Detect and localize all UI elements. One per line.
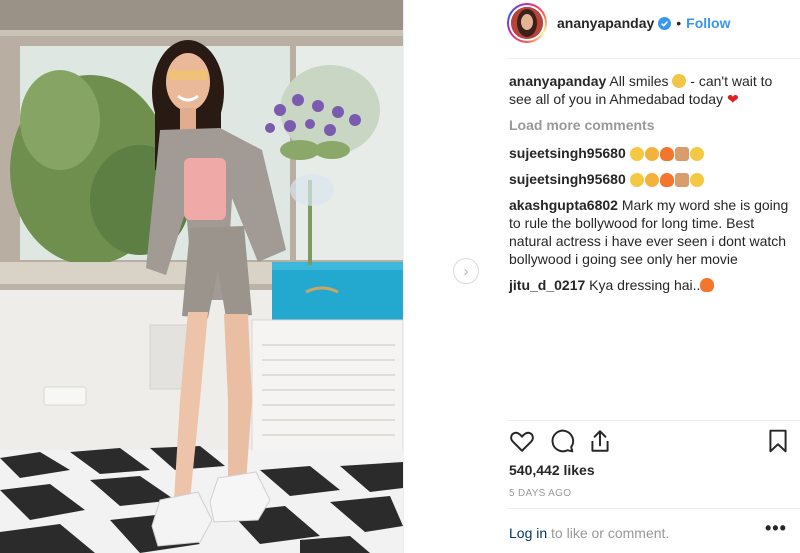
header-separator: • bbox=[676, 15, 682, 31]
red-heart-icon: ❤ bbox=[726, 91, 739, 107]
post-actions bbox=[507, 428, 797, 458]
comment-username[interactable]: sujeetsingh95680 bbox=[509, 145, 626, 161]
comment-item: sujeetsingh95680 bbox=[509, 170, 789, 188]
more-options-icon[interactable]: ••• bbox=[765, 518, 787, 539]
laughing-emoji-icon bbox=[629, 173, 644, 188]
login-divider bbox=[507, 508, 800, 509]
post-header: ananyapanday • Follow bbox=[507, 0, 800, 46]
grimacing-emoji-icon bbox=[672, 74, 687, 88]
actions-divider bbox=[507, 420, 800, 421]
header-divider bbox=[507, 58, 800, 59]
post-photo-image bbox=[0, 0, 403, 553]
post-author-username[interactable]: ananyapanday bbox=[557, 15, 654, 31]
avatar[interactable] bbox=[507, 3, 547, 43]
surprised-emoji-icon bbox=[689, 147, 704, 162]
caption: ananyapanday All smiles - can't wait to … bbox=[509, 72, 789, 108]
raising-hands-emoji-icon bbox=[674, 173, 689, 188]
comment-username[interactable]: sujeetsingh95680 bbox=[509, 171, 626, 187]
fire-emoji-icon bbox=[700, 278, 715, 292]
raising-hands-emoji-icon bbox=[674, 147, 689, 162]
likes-count[interactable]: 540,442 likes bbox=[509, 462, 595, 478]
laughing-emoji-icon bbox=[629, 147, 644, 162]
panel-divider bbox=[403, 0, 404, 553]
star-eyes-emoji-icon bbox=[644, 147, 659, 162]
fire-emoji-icon bbox=[659, 147, 674, 162]
verified-badge-icon bbox=[658, 16, 672, 30]
comment-icon[interactable] bbox=[549, 428, 575, 454]
avatar-border bbox=[509, 5, 545, 41]
login-link[interactable]: Log in bbox=[509, 525, 547, 541]
next-photo-button[interactable]: › bbox=[453, 258, 479, 284]
post-details-panel: › ananyapanday • Follow ananyapanday All… bbox=[403, 0, 800, 553]
heart-icon[interactable] bbox=[509, 428, 535, 454]
comment-username[interactable]: akashgupta6802 bbox=[509, 197, 618, 213]
comment-item: sujeetsingh95680 bbox=[509, 144, 789, 162]
share-icon[interactable] bbox=[587, 428, 613, 454]
comment-item: jitu_d_0217 Kya dressing hai.. bbox=[509, 276, 789, 294]
fire-emoji-icon bbox=[659, 173, 674, 188]
avatar-image bbox=[511, 7, 543, 39]
load-more-comments-button[interactable]: Load more comments bbox=[509, 116, 789, 134]
post-photo[interactable] bbox=[0, 0, 403, 553]
chevron-right-icon: › bbox=[463, 262, 469, 280]
login-prompt-text: to like or comment. bbox=[547, 525, 670, 541]
star-eyes-emoji-icon bbox=[644, 173, 659, 188]
comment-emojis bbox=[629, 147, 704, 162]
surprised-emoji-icon bbox=[689, 173, 704, 188]
caption-username[interactable]: ananyapanday bbox=[509, 73, 606, 89]
comments-list: ananyapanday All smiles - can't wait to … bbox=[509, 72, 789, 302]
follow-button[interactable]: Follow bbox=[686, 15, 730, 31]
comment-item: akashgupta6802 Mark my word she is going… bbox=[509, 196, 789, 268]
comment-username[interactable]: jitu_d_0217 bbox=[509, 277, 585, 293]
comment-emojis bbox=[629, 173, 704, 188]
comment-text: Kya dressing hai.. bbox=[589, 277, 701, 293]
login-prompt: Log in to like or comment. bbox=[509, 525, 669, 541]
post-timestamp[interactable]: 5 DAYS AGO bbox=[509, 488, 571, 499]
caption-text: All smiles bbox=[609, 73, 669, 89]
bookmark-icon[interactable] bbox=[765, 428, 791, 454]
